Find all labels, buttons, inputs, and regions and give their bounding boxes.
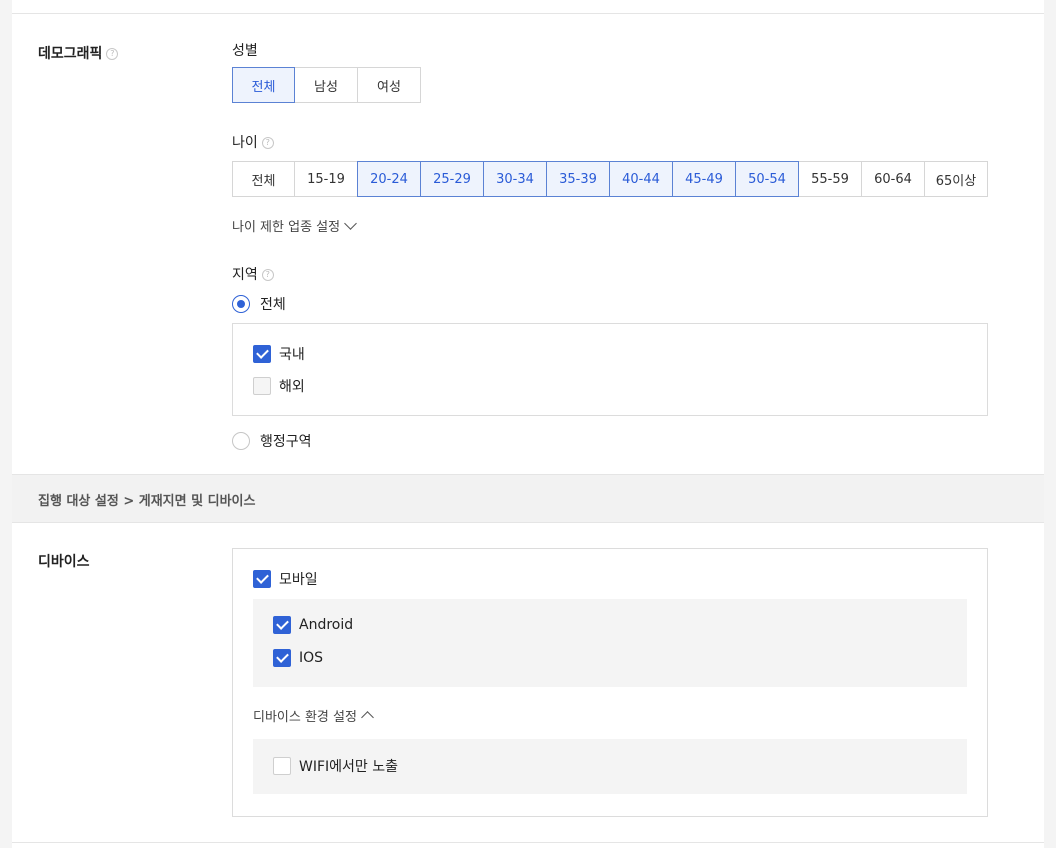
age-option-5[interactable]: 35-39 [546, 161, 610, 197]
region-radio-all[interactable]: 전체 [232, 294, 286, 314]
radio-selected-icon[interactable] [232, 295, 250, 313]
age-option-8[interactable]: 50-54 [735, 161, 799, 197]
checkbox-checked-icon[interactable] [273, 649, 291, 667]
age-option-9[interactable]: 55-59 [798, 161, 862, 197]
age-option-11[interactable]: 65이상 [924, 161, 988, 197]
age-option-4[interactable]: 30-34 [483, 161, 547, 197]
gender-option-all[interactable]: 전체 [232, 67, 295, 103]
region-radio-admin-label: 행정구역 [260, 434, 312, 450]
region-overseas-checkbox[interactable]: 해외 [253, 376, 305, 396]
region-scope-box: 국내 해외 [232, 323, 988, 416]
age-option-6[interactable]: 40-44 [609, 161, 673, 197]
demographic-title-text: 데모그래픽 [38, 46, 103, 62]
gender-option-male[interactable]: 남성 [294, 67, 358, 103]
chevron-up-icon [361, 711, 374, 724]
region-overseas-label: 해외 [279, 379, 305, 395]
device-env-panel: WIFI에서만 노출 [253, 739, 967, 794]
device-ios-checkbox[interactable]: IOS [273, 649, 323, 667]
age-option-7[interactable]: 45-49 [672, 161, 736, 197]
top-divider [12, 13, 1044, 14]
wifi-only-label: WIFI에서만 노출 [299, 759, 399, 775]
breadcrumb: 집행 대상 설정 > 게재지면 및 디바이스 [38, 494, 256, 509]
age-option-2[interactable]: 20-24 [357, 161, 421, 197]
device-mobile-checkbox[interactable]: 모바일 [253, 569, 318, 589]
device-android-label: Android [299, 617, 354, 633]
age-option-0[interactable]: 전체 [232, 161, 295, 197]
bottom-divider [12, 842, 1044, 843]
gender-option-female[interactable]: 여성 [357, 67, 421, 103]
device-env-toggle[interactable]: 디바이스 환경 설정 [253, 706, 374, 725]
question-circle-icon[interactable]: ? [106, 48, 119, 60]
radio-unselected-icon[interactable] [232, 432, 250, 450]
age-segmented-control: 전체 15-19 20-24 25-29 30-34 35-39 40-44 45-49 50-… [232, 161, 988, 197]
region-label-text: 지역 [232, 267, 258, 283]
region-radio-all-label: 전체 [260, 297, 286, 313]
demographic-section-title: 데모그래픽? [38, 43, 119, 63]
checkbox-unchecked-icon[interactable] [253, 377, 271, 395]
region-domestic-checkbox[interactable]: 국내 [253, 344, 305, 364]
device-mobile-label: 모바일 [279, 572, 318, 588]
mobile-os-panel: Android IOS [253, 599, 967, 687]
gender-segmented-control: 전체 남성 여성 [232, 67, 421, 103]
question-circle-icon[interactable]: ? [261, 269, 274, 281]
chevron-down-icon [344, 216, 357, 230]
targeting-panel: 데모그래픽? 성별 전체 남성 여성 나이? 전체 15-19 20-24 25-29… [12, 0, 1044, 848]
region-label: 지역? [232, 264, 274, 284]
age-option-1[interactable]: 15-19 [294, 161, 358, 197]
wifi-only-checkbox[interactable]: WIFI에서만 노출 [273, 756, 398, 776]
checkbox-unchecked-icon[interactable] [273, 757, 291, 775]
region-domestic-label: 국내 [279, 347, 305, 363]
age-option-3[interactable]: 25-29 [420, 161, 484, 197]
device-env-label: 디바이스 환경 설정 [253, 710, 357, 725]
age-label-text: 나이 [232, 135, 258, 151]
device-android-checkbox[interactable]: Android [273, 616, 353, 634]
checkbox-checked-icon[interactable] [253, 345, 271, 363]
checkbox-checked-icon[interactable] [253, 570, 271, 588]
question-circle-icon[interactable]: ? [261, 137, 274, 149]
gender-label: 성별 [232, 43, 258, 59]
age-restriction-label: 나이 제한 업종 설정 [232, 220, 341, 235]
age-option-10[interactable]: 60-64 [861, 161, 925, 197]
section-band: 집행 대상 설정 > 게재지면 및 디바이스 [12, 474, 1044, 523]
age-restriction-toggle[interactable]: 나이 제한 업종 설정 [232, 216, 357, 235]
region-radio-admin[interactable]: 행정구역 [232, 431, 312, 451]
checkbox-checked-icon[interactable] [273, 616, 291, 634]
age-label: 나이? [232, 132, 274, 152]
device-box: 모바일 Android IOS 디바이스 환경 설정 WIFI에서만 노출 [232, 548, 988, 817]
device-section-title: 디바이스 [38, 554, 90, 570]
device-ios-label: IOS [299, 650, 324, 666]
